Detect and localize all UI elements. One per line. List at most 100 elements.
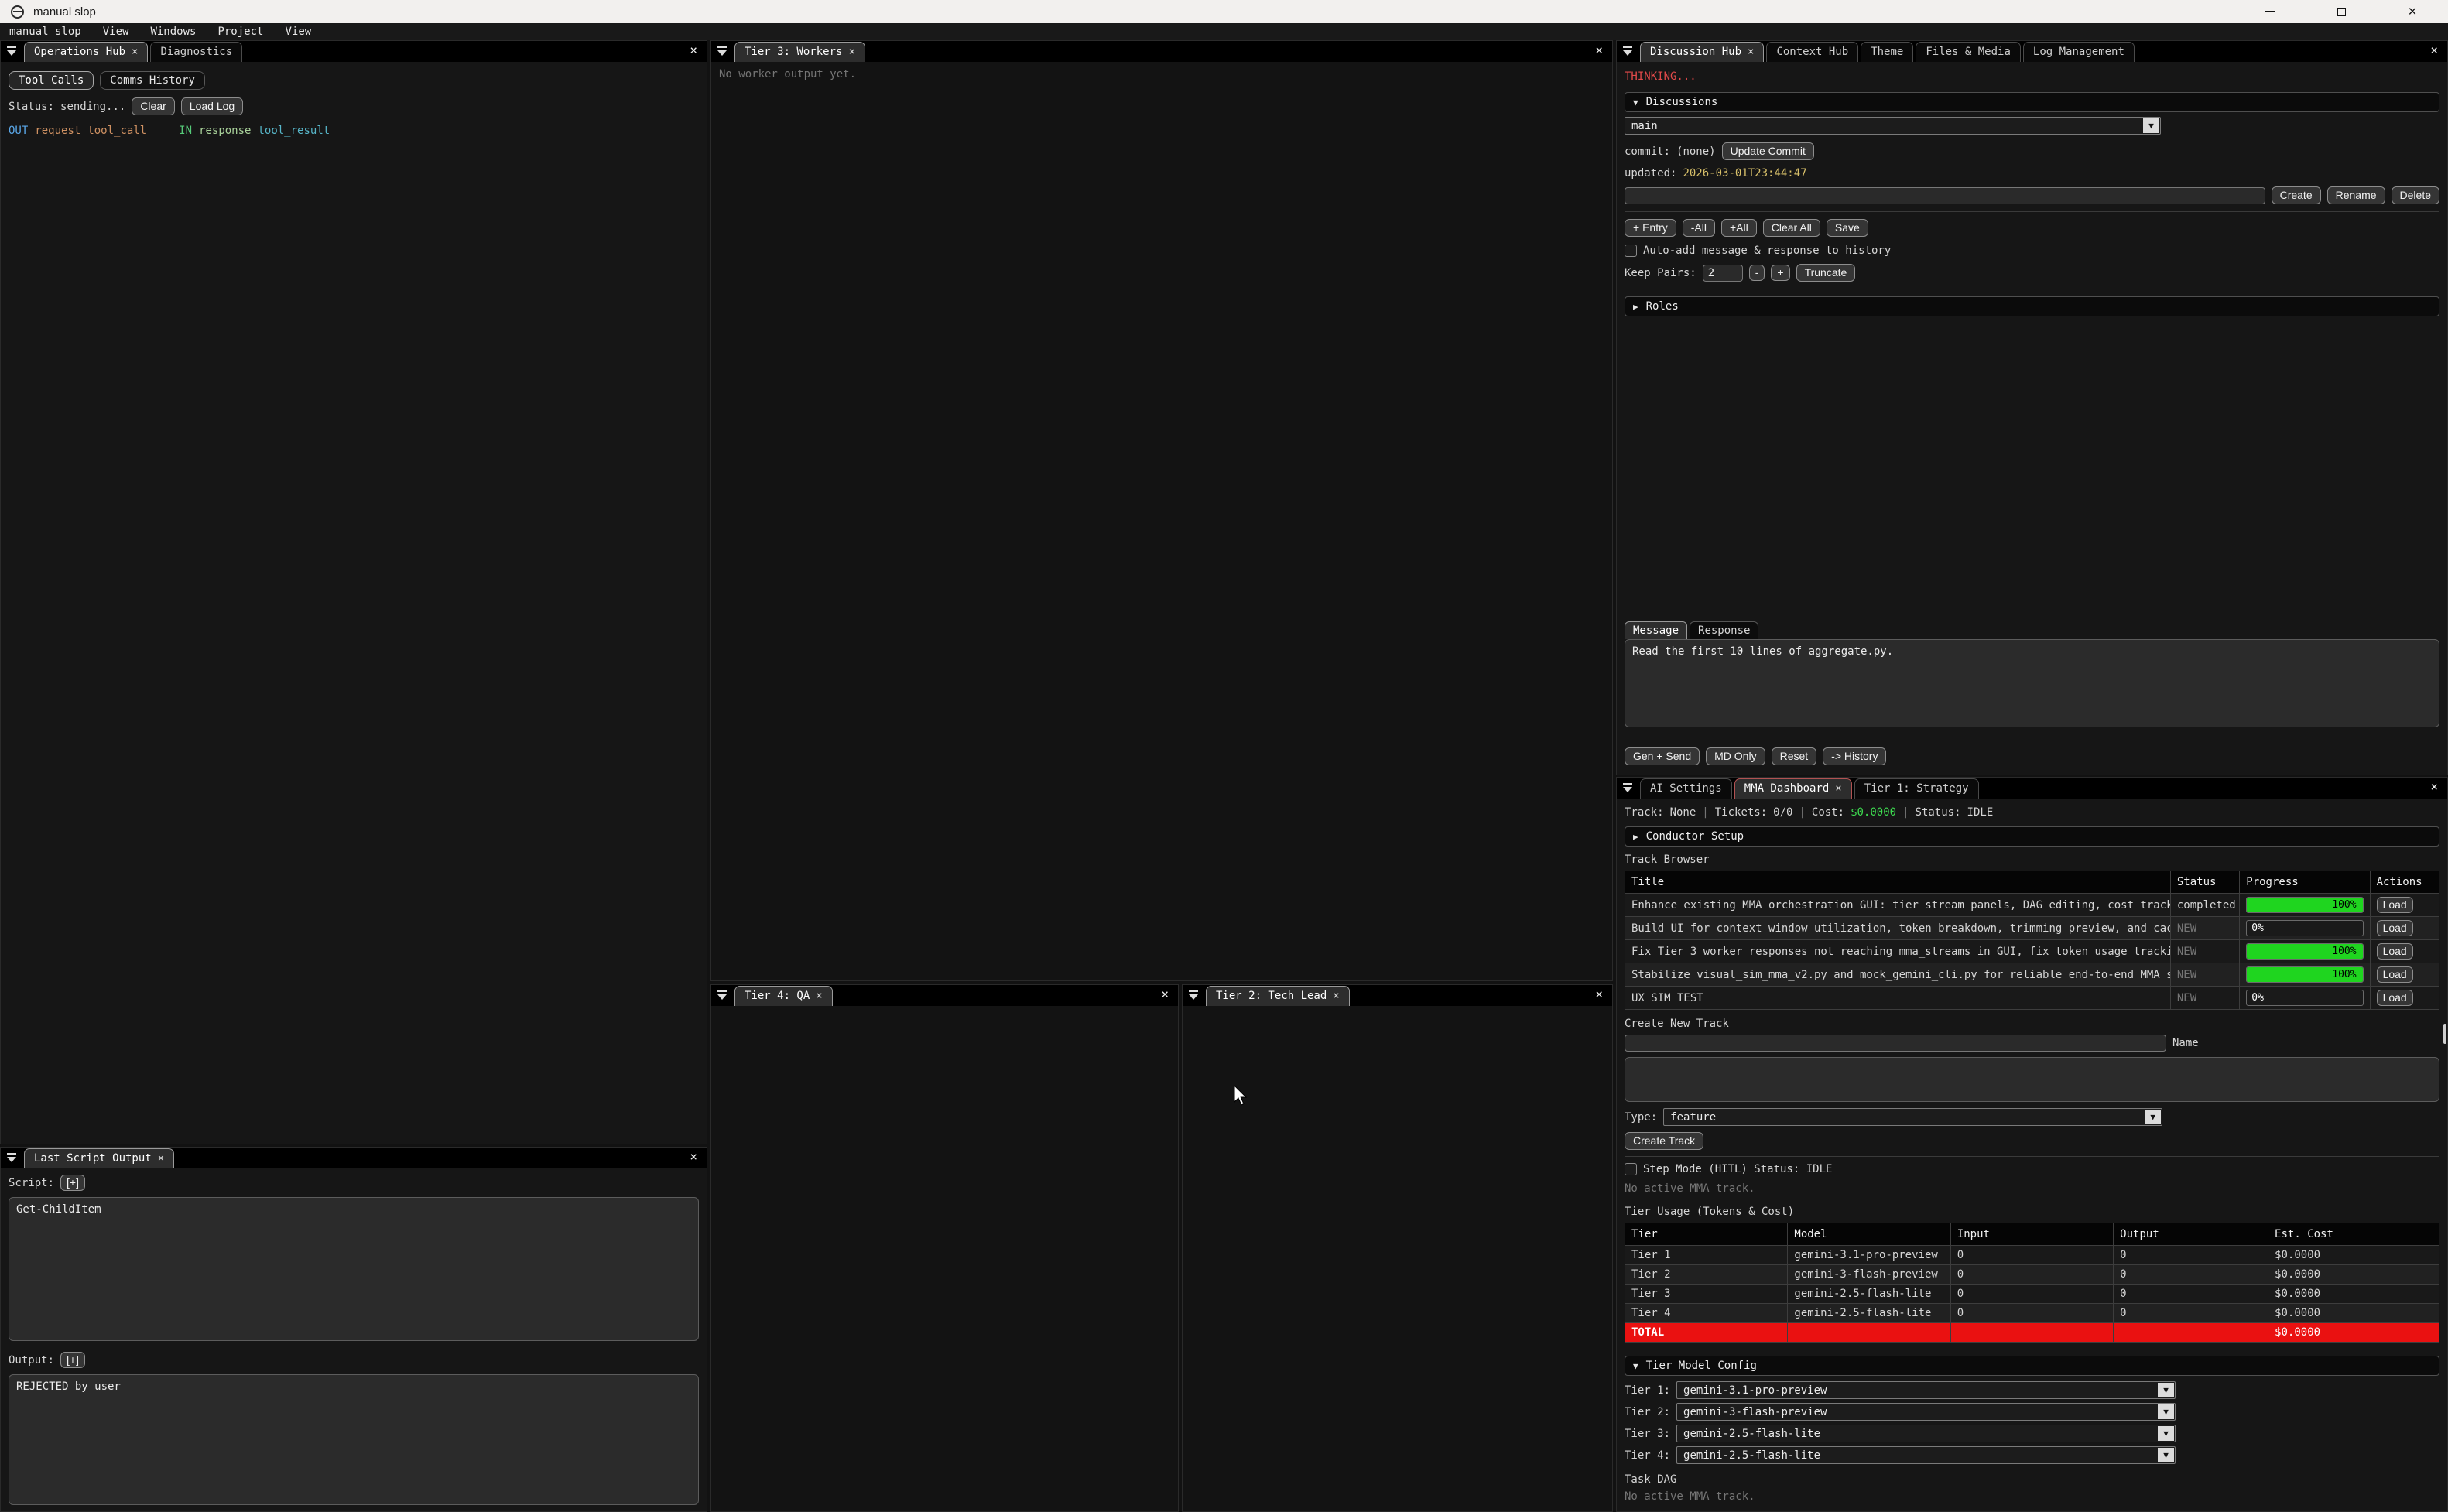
keep-pairs-plus-button[interactable]: + bbox=[1771, 265, 1789, 281]
subtab-tool-calls[interactable]: Tool Calls bbox=[9, 71, 94, 90]
step-mode-checkbox[interactable] bbox=[1625, 1163, 1637, 1175]
tab-message[interactable]: Message bbox=[1625, 621, 1687, 639]
table-row[interactable]: UX_SIM_TEST NEW 0% Load bbox=[1625, 987, 2439, 1010]
tab-close-icon[interactable]: × bbox=[1333, 990, 1339, 1002]
load-button[interactable]: Load bbox=[2377, 920, 2413, 936]
tier4-model-select[interactable]: gemini-2.5-flash-lite ▼ bbox=[1676, 1446, 2176, 1464]
script-text-box[interactable]: Get-ChildItem bbox=[9, 1197, 699, 1341]
tier2-model-select[interactable]: gemini-3-flash-preview ▼ bbox=[1676, 1403, 2176, 1421]
menu-windows[interactable]: Windows bbox=[150, 26, 196, 38]
panel-close-icon[interactable]: × bbox=[1595, 988, 1603, 1001]
auto-add-checkbox[interactable] bbox=[1625, 245, 1637, 257]
tab-ai-settings[interactable]: AI Settings bbox=[1640, 778, 1732, 799]
rename-button[interactable]: Rename bbox=[2327, 186, 2385, 204]
load-button[interactable]: Load bbox=[2377, 990, 2413, 1006]
clear-button[interactable]: Clear bbox=[132, 97, 174, 115]
panel-close-icon[interactable]: × bbox=[2430, 781, 2438, 793]
delete-button[interactable]: Delete bbox=[2392, 186, 2439, 204]
new-track-description-textarea[interactable] bbox=[1625, 1057, 2439, 1102]
clear-all-button[interactable]: Clear All bbox=[1763, 219, 1820, 237]
close-button[interactable]: × bbox=[2377, 0, 2448, 23]
menu-view-2[interactable]: View bbox=[285, 26, 311, 38]
minus-all-button[interactable]: -All bbox=[1683, 219, 1715, 237]
reset-button[interactable]: Reset bbox=[1772, 747, 1817, 765]
conductor-setup-header[interactable]: ▶ Conductor Setup bbox=[1625, 826, 2439, 847]
table-row[interactable]: Enhance existing MMA orchestration GUI: … bbox=[1625, 894, 2439, 917]
add-entry-button[interactable]: + Entry bbox=[1625, 219, 1676, 237]
tab-diagnostics[interactable]: Diagnostics bbox=[150, 42, 242, 62]
tab-tier4-qa[interactable]: Tier 4: QA × bbox=[734, 986, 833, 1006]
tab-mma-dashboard[interactable]: MMA Dashboard × bbox=[1734, 778, 1852, 799]
keep-pairs-minus-button[interactable]: - bbox=[1749, 265, 1765, 281]
create-track-button[interactable]: Create Track bbox=[1625, 1132, 1703, 1150]
panel-menu-icon[interactable] bbox=[5, 1151, 21, 1165]
new-track-name-input[interactable] bbox=[1625, 1035, 2166, 1052]
load-button[interactable]: Load bbox=[2377, 966, 2413, 983]
roles-section-header[interactable]: ▶ Roles bbox=[1625, 296, 2439, 316]
create-button[interactable]: Create bbox=[2272, 186, 2321, 204]
plus-all-button[interactable]: +All bbox=[1721, 219, 1757, 237]
panel-menu-icon[interactable] bbox=[716, 989, 731, 1003]
panel-menu-icon[interactable] bbox=[716, 45, 731, 59]
tool-call-log-line[interactable]: OUT request tool_call IN response tool_r… bbox=[9, 125, 699, 137]
panel-close-icon[interactable]: × bbox=[1161, 988, 1169, 1001]
tab-context-hub[interactable]: Context Hub bbox=[1766, 42, 1858, 62]
table-row[interactable]: Stabilize visual_sim_mma_v2.py and mock_… bbox=[1625, 963, 2439, 987]
panel-close-icon[interactable]: × bbox=[690, 1151, 697, 1163]
gen-send-button[interactable]: Gen + Send bbox=[1625, 747, 1700, 765]
tab-discussion-hub[interactable]: Discussion Hub × bbox=[1640, 42, 1764, 62]
to-history-button[interactable]: -> History bbox=[1823, 747, 1886, 765]
tab-files-media[interactable]: Files & Media bbox=[1916, 42, 2021, 62]
load-button[interactable]: Load bbox=[2377, 897, 2413, 913]
discussions-section-header[interactable]: ▼ Discussions bbox=[1625, 92, 2439, 112]
tab-theme[interactable]: Theme bbox=[1861, 42, 1913, 62]
tab-close-icon[interactable]: × bbox=[816, 990, 822, 1002]
panel-menu-icon[interactable] bbox=[1621, 45, 1637, 59]
minimize-button[interactable] bbox=[2234, 0, 2306, 23]
tab-close-icon[interactable]: × bbox=[158, 1152, 164, 1165]
save-button[interactable]: Save bbox=[1827, 219, 1868, 237]
tab-tier3-workers[interactable]: Tier 3: Workers × bbox=[734, 42, 865, 62]
tier-model-config-header[interactable]: ▼ Tier Model Config bbox=[1625, 1356, 2439, 1376]
tab-close-icon[interactable]: × bbox=[848, 46, 854, 58]
panel-menu-icon[interactable] bbox=[5, 45, 21, 59]
tab-close-icon[interactable]: × bbox=[132, 46, 138, 58]
tab-log-management[interactable]: Log Management bbox=[2023, 42, 2135, 62]
tab-tier2-tech-lead[interactable]: Tier 2: Tech Lead × bbox=[1206, 986, 1350, 1006]
panel-menu-icon[interactable] bbox=[1621, 782, 1637, 795]
menu-view[interactable]: View bbox=[103, 26, 129, 38]
script-expand-button[interactable]: [+] bbox=[60, 1175, 85, 1191]
message-textarea[interactable]: Read the first 10 lines of aggregate.py. bbox=[1625, 639, 2439, 727]
panel-close-icon[interactable]: × bbox=[2430, 44, 2438, 56]
panel-close-icon[interactable]: × bbox=[690, 44, 697, 56]
tab-operations-hub[interactable]: Operations Hub × bbox=[24, 42, 148, 62]
load-log-button[interactable]: Load Log bbox=[181, 97, 243, 115]
output-expand-button[interactable]: [+] bbox=[60, 1352, 85, 1368]
track-type-select[interactable]: feature ▼ bbox=[1663, 1108, 2162, 1126]
update-commit-button[interactable]: Update Commit bbox=[1722, 142, 1814, 160]
table-row[interactable]: Fix Tier 3 worker responses not reaching… bbox=[1625, 940, 2439, 963]
tier3-model-select[interactable]: gemini-2.5-flash-lite ▼ bbox=[1676, 1425, 2176, 1442]
load-button[interactable]: Load bbox=[2377, 943, 2413, 960]
tab-close-icon[interactable]: × bbox=[1835, 782, 1841, 795]
tab-last-script-output[interactable]: Last Script Output × bbox=[24, 1148, 174, 1168]
panel-close-icon[interactable]: × bbox=[1595, 44, 1603, 56]
tier1-model-select[interactable]: gemini-3.1-pro-preview ▼ bbox=[1676, 1381, 2176, 1399]
menu-manual-slop[interactable]: manual slop bbox=[9, 26, 81, 38]
panel-menu-icon[interactable] bbox=[1187, 989, 1203, 1003]
discussion-name-input[interactable] bbox=[1625, 187, 2265, 204]
md-only-button[interactable]: MD Only bbox=[1706, 747, 1765, 765]
tab-tier1-strategy[interactable]: Tier 1: Strategy bbox=[1854, 778, 1979, 799]
menu-project[interactable]: Project bbox=[217, 26, 263, 38]
subtab-comms-history[interactable]: Comms History bbox=[100, 71, 205, 90]
table-row[interactable]: Build UI for context window utilization,… bbox=[1625, 917, 2439, 940]
keep-pairs-input[interactable] bbox=[1703, 265, 1743, 282]
scrollbar-thumb[interactable] bbox=[2443, 1024, 2446, 1044]
tab-response[interactable]: Response bbox=[1690, 621, 1758, 639]
maximize-button[interactable] bbox=[2306, 0, 2377, 23]
progress-bar: 100% bbox=[2246, 943, 2363, 960]
tab-close-icon[interactable]: × bbox=[1748, 46, 1754, 58]
discussion-select[interactable]: main ▼ bbox=[1625, 117, 2161, 135]
truncate-button[interactable]: Truncate bbox=[1796, 264, 1856, 282]
output-text-box[interactable]: REJECTED by user bbox=[9, 1374, 699, 1505]
